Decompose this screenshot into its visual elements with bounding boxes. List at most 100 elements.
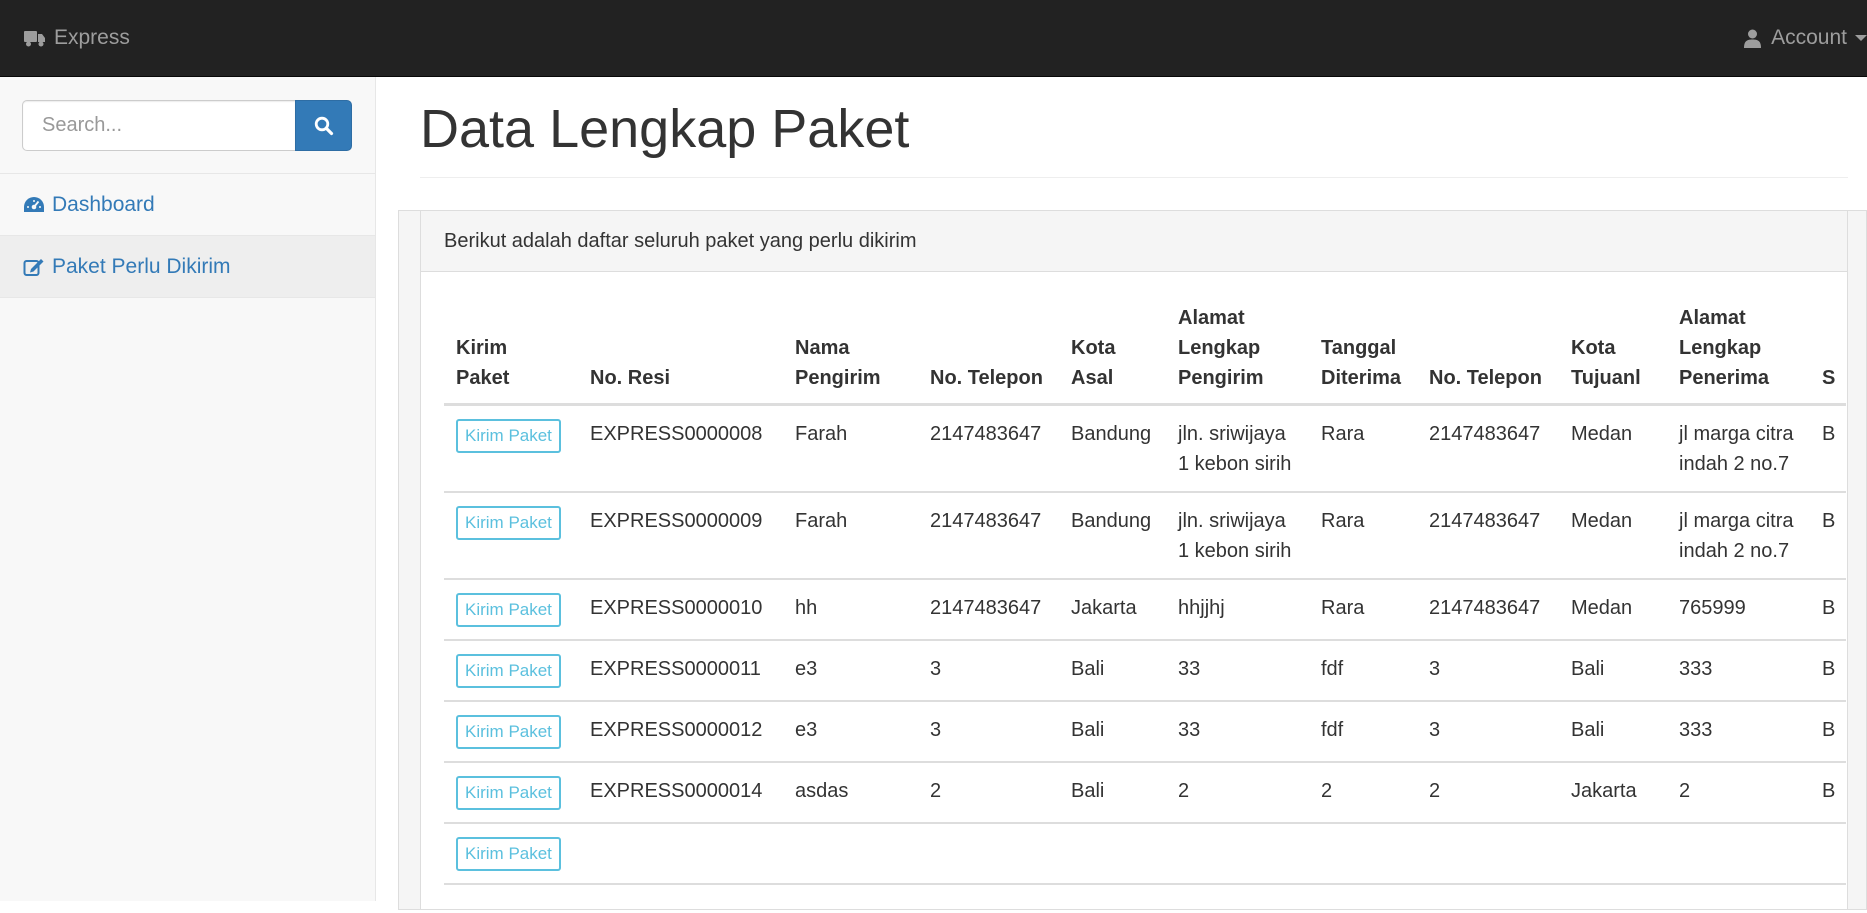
cell-status: B (1810, 640, 1846, 702)
cell-resi: EXPRESS0000012 (578, 701, 783, 763)
cell-status: B (1810, 762, 1846, 824)
cell-alamat-penerima: 2 (1667, 762, 1810, 824)
column-header: No. Telepon (918, 293, 1059, 406)
cell-alamat-pengirim: 33 (1166, 701, 1309, 763)
action-cell: Kirim Paket (444, 823, 578, 885)
kirim-paket-button[interactable]: Kirim Paket (456, 837, 561, 871)
cell-telepon-penerima: 3 (1417, 640, 1559, 702)
cell-nama-pengirim: Farah (783, 404, 918, 493)
cell-resi: EXPRESS0000011 (578, 640, 783, 702)
table-row: Kirim Paket EXPRESS0000009 Farah 2147483… (444, 492, 1846, 580)
column-header: S (1810, 293, 1846, 406)
cell-nama-pengirim: e3 (783, 701, 918, 763)
cell-alamat-pengirim: 2 (1166, 762, 1309, 824)
title-divider (420, 177, 1848, 178)
cell-resi: EXPRESS0000010 (578, 579, 783, 641)
cell-kota-tujuan: Bali (1559, 640, 1667, 702)
cell-resi: EXPRESS0000014 (578, 762, 783, 824)
column-header: Tanggal Diterima (1309, 293, 1417, 406)
cell-telepon: 2147483647 (918, 492, 1059, 580)
cell-alamat-pengirim: jln. sriwijaya 1 kebon sirih (1166, 404, 1309, 493)
table-row: Kirim Paket EXPRESS0000008 Farah 2147483… (444, 404, 1846, 493)
kirim-paket-button[interactable]: Kirim Paket (456, 593, 561, 627)
column-header: No. Telepon (1417, 293, 1559, 406)
column-header: Kota Tujuanl (1559, 293, 1667, 406)
kirim-paket-button[interactable]: Kirim Paket (456, 715, 561, 749)
cell-nama-pengirim: asdas (783, 762, 918, 824)
chevron-down-icon (1855, 35, 1867, 41)
cell-resi: EXPRESS0000008 (578, 404, 783, 493)
cell-kota-asal: Bali (1059, 640, 1166, 702)
cell-alamat-pengirim: 33 (1166, 640, 1309, 702)
cell-status: B (1810, 579, 1846, 641)
action-cell: Kirim Paket (444, 404, 578, 493)
action-cell: Kirim Paket (444, 579, 578, 641)
cell-telepon (918, 823, 1059, 885)
cell-alamat-penerima: 765999 (1667, 579, 1810, 641)
cell-kota-tujuan: Medan (1559, 579, 1667, 641)
cell-alamat-pengirim: hhjjhj (1166, 579, 1309, 641)
kirim-paket-button[interactable]: Kirim Paket (456, 419, 561, 453)
sidebar-item-label: Dashboard (52, 192, 155, 216)
sidebar-item-dashboard[interactable]: Dashboard (0, 174, 375, 236)
sidebar-item-label: Paket Perlu Dikirim (52, 254, 231, 278)
cell-telepon-penerima: 2147483647 (1417, 404, 1559, 493)
table-row: Kirim Paket EXPRESS0000011 e3 3 Bali 33 … (444, 640, 1846, 702)
search-icon (314, 116, 333, 135)
cell-tanggal-diterima: 2 (1309, 762, 1417, 824)
truck-icon (24, 30, 45, 46)
cell-alamat-penerima: 333 (1667, 701, 1810, 763)
brand-link[interactable]: Express (24, 0, 130, 76)
cell-telepon: 2 (918, 762, 1059, 824)
brand-label: Express (54, 26, 130, 49)
cell-telepon-penerima (1417, 823, 1559, 885)
table-header-row: Kirim Paket No. Resi Nama Pengirim No. T… (444, 293, 1846, 406)
cell-telepon: 3 (918, 640, 1059, 702)
column-header: Kota Asal (1059, 293, 1166, 406)
table-row: Kirim Paket EXPRESS0000010 hh 2147483647… (444, 579, 1846, 641)
search-button[interactable] (295, 100, 352, 151)
table-container[interactable]: Kirim Paket No. Resi Nama Pengirim No. T… (444, 293, 1846, 913)
cell-telepon-penerima: 2 (1417, 762, 1559, 824)
kirim-paket-button[interactable]: Kirim Paket (456, 776, 561, 810)
kirim-paket-button[interactable]: Kirim Paket (456, 506, 561, 540)
cell-kota-asal: Bandung (1059, 404, 1166, 493)
column-header: No. Resi (578, 293, 783, 406)
cell-status: B (1810, 404, 1846, 493)
cell-tanggal-diterima: Rara (1309, 492, 1417, 580)
cell-kota-tujuan (1559, 823, 1667, 885)
account-dropdown[interactable]: Account (1744, 0, 1867, 76)
cell-nama-pengirim (783, 823, 918, 885)
cell-alamat-pengirim: jln. sriwijaya 1 kebon sirih (1166, 492, 1309, 580)
user-icon (1744, 29, 1762, 48)
column-header: Kirim Paket (444, 293, 578, 406)
cell-kota-tujuan: Bali (1559, 701, 1667, 763)
paket-table: Kirim Paket No. Resi Nama Pengirim No. T… (444, 293, 1846, 885)
cell-alamat-penerima: 333 (1667, 640, 1810, 702)
cell-telepon-penerima: 2147483647 (1417, 579, 1559, 641)
account-label: Account (1771, 26, 1847, 49)
cell-tanggal-diterima: fdf (1309, 640, 1417, 702)
table-row: Kirim Paket EXPRESS0000012 e3 3 Bali 33 … (444, 701, 1846, 763)
cell-telepon: 2147483647 (918, 404, 1059, 493)
column-header: Alamat Lengkap Pengirim (1166, 293, 1309, 406)
cell-kota-asal: Bandung (1059, 492, 1166, 580)
cell-alamat-pengirim (1166, 823, 1309, 885)
cell-kota-asal: Jakarta (1059, 579, 1166, 641)
cell-resi: EXPRESS0000009 (578, 492, 783, 580)
cell-resi (578, 823, 783, 885)
cell-alamat-penerima: jl marga citra indah 2 no.7 (1667, 492, 1810, 580)
cell-kota-tujuan: Medan (1559, 492, 1667, 580)
dashboard-icon (24, 196, 44, 212)
cell-kota-asal (1059, 823, 1166, 885)
sidebar-item-paket-perlu-dikirim[interactable]: Paket Perlu Dikirim (0, 236, 375, 298)
data-panel: Berikut adalah daftar seluruh paket yang… (420, 210, 1848, 910)
cell-telepon: 2147483647 (918, 579, 1059, 641)
cell-tanggal-diterima: Rara (1309, 579, 1417, 641)
search-input[interactable] (22, 100, 295, 151)
table-row: Kirim Paket EXPRESS0000014 asdas 2 Bali … (444, 762, 1846, 824)
action-cell: Kirim Paket (444, 640, 578, 702)
kirim-paket-button[interactable]: Kirim Paket (456, 654, 561, 688)
cell-nama-pengirim: Farah (783, 492, 918, 580)
top-navbar: Express Account (0, 0, 1867, 77)
